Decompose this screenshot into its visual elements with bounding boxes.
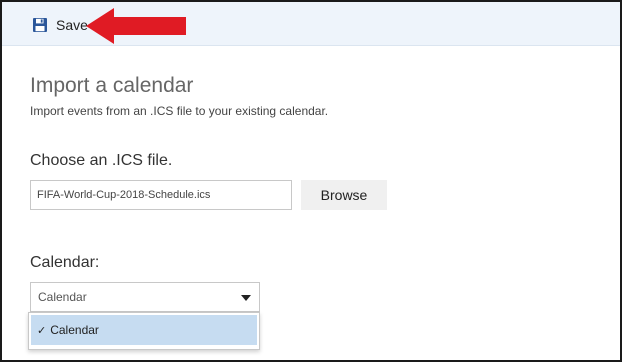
command-bar: Save M	[2, 2, 620, 46]
browse-button[interactable]: Browse	[301, 180, 387, 210]
calendar-option[interactable]: ✓ Calendar	[31, 315, 257, 345]
floppy-disk-icon	[33, 18, 47, 32]
page-subtitle: Import events from an .ICS file to your …	[30, 104, 329, 118]
save-button[interactable]: Save	[32, 14, 88, 36]
calendar-section-label: Calendar:	[30, 254, 100, 271]
file-path-input[interactable]	[30, 180, 292, 210]
file-section-label: Choose an .ICS file.	[30, 152, 173, 169]
page-title: Import a calendar	[30, 74, 194, 97]
red-arrow-annotation	[86, 8, 186, 44]
calendar-select-value: Calendar	[38, 290, 87, 304]
calendar-option-label: Calendar	[50, 323, 99, 337]
calendar-dropdown-menu: ✓ Calendar	[28, 312, 260, 350]
chevron-down-icon	[241, 295, 251, 301]
calendar-select[interactable]: Calendar	[30, 282, 260, 312]
app-frame: Save M Import a calendar Import events f…	[0, 0, 622, 362]
check-icon: ✓	[37, 324, 47, 337]
